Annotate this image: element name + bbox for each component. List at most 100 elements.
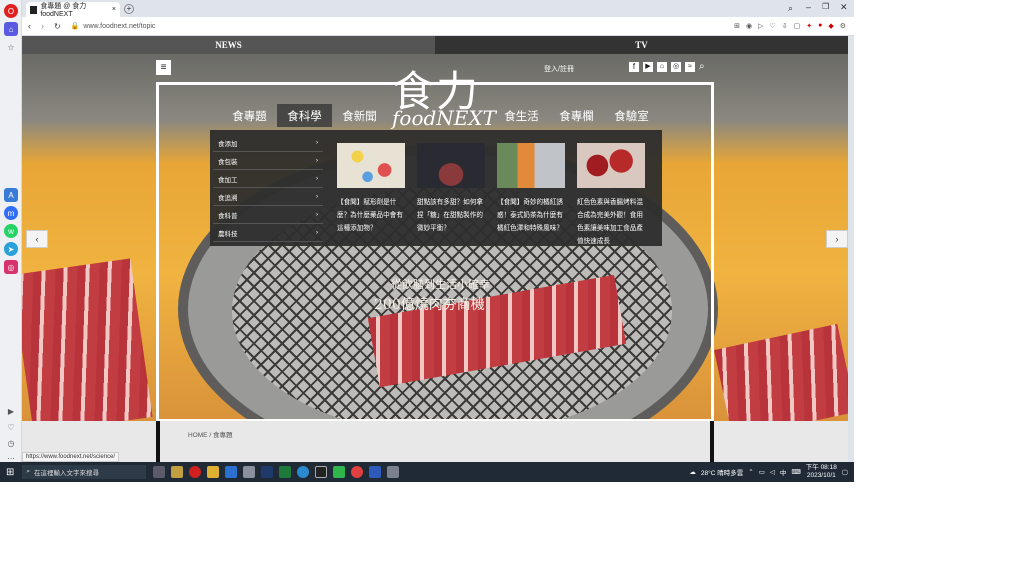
article-title[interactable]: 【食聞】奇妙的橘紅誘惑！泰式奶茶為什麼有橘紅色澤和特殊風味？ bbox=[497, 196, 565, 235]
opera-app-icon[interactable] bbox=[189, 466, 202, 478]
store-app-icon[interactable] bbox=[171, 466, 184, 478]
url-field[interactable]: www.foodnext.net/topic bbox=[83, 23, 155, 30]
opera-logo-icon[interactable]: O bbox=[4, 4, 18, 18]
word-icon[interactable] bbox=[369, 466, 382, 478]
reload-icon[interactable]: ↻ bbox=[54, 22, 61, 31]
article-card[interactable]: 紅色色素與香腸烤料混合成為完美外觀！食用色素讓美味加工食品產值快速成長 bbox=[577, 143, 645, 248]
photoshop-icon[interactable] bbox=[261, 466, 274, 478]
excel-icon[interactable] bbox=[279, 466, 292, 478]
category-agritech[interactable]: 農科技 › bbox=[213, 224, 323, 242]
menu-food-news[interactable]: 食新聞 bbox=[332, 104, 387, 127]
category-popular-science[interactable]: 食科普 › bbox=[213, 206, 323, 224]
menu-food-life[interactable]: 食生活 bbox=[494, 104, 549, 127]
line-icon[interactable] bbox=[333, 466, 346, 478]
ext-red-icon[interactable]: ✦ bbox=[806, 22, 812, 30]
instagram-icon[interactable]: ◎ bbox=[4, 260, 18, 274]
notification-icon[interactable]: ▢ bbox=[842, 468, 848, 476]
file-explorer-icon[interactable] bbox=[207, 466, 220, 478]
whatsapp-icon[interactable]: w bbox=[4, 224, 18, 238]
hero-title[interactable]: 200億燒肉夯商機 bbox=[374, 294, 485, 314]
science-dropdown: 食添加 › 食包裝 › 食加工 › 食追溯 › 食科普 › 農科技 › 【食聞】賦形劑是什麼… bbox=[210, 130, 662, 246]
keyboard-icon[interactable]: ⌨ bbox=[791, 468, 800, 476]
category-traceability[interactable]: 食追溯 › bbox=[213, 188, 323, 206]
article-card[interactable]: 【食聞】賦形劑是什麼？為什麼藥品中會有這種添加物？ bbox=[337, 143, 405, 235]
settings-icon[interactable]: ⚙ bbox=[840, 22, 846, 30]
send-icon[interactable]: ▷ bbox=[758, 22, 763, 30]
forward-icon[interactable]: › bbox=[41, 21, 44, 31]
taskbar-search[interactable]: ⌕ 在這裡輸入文字來搜尋 bbox=[22, 465, 147, 479]
tv-tab[interactable]: TV bbox=[435, 36, 848, 54]
chrome-icon[interactable] bbox=[351, 466, 364, 478]
search-icon: ⌕ bbox=[26, 468, 31, 475]
home-icon[interactable]: ⌂ bbox=[4, 22, 18, 36]
article-card[interactable]: 甜點該有多甜？如何拿捏「糖」在甜點製作的微妙平衡？ bbox=[417, 143, 485, 235]
tab-title: 食專題 @ 食力foodNEXT bbox=[40, 3, 87, 18]
camera-icon[interactable]: ◉ bbox=[746, 22, 752, 30]
ext-red3-icon[interactable]: ◆ bbox=[828, 22, 833, 30]
ime-indicator[interactable]: 中 bbox=[780, 467, 787, 477]
weather-text[interactable]: 28°C 晴時多雲 bbox=[701, 467, 743, 477]
windows-start-icon[interactable]: ⊞ bbox=[6, 467, 14, 478]
toolbar-tools-icon[interactable]: ⊞ bbox=[734, 22, 740, 30]
app-icon[interactable] bbox=[243, 466, 256, 478]
facebook-icon[interactable]: f bbox=[629, 62, 639, 72]
app-o-icon[interactable] bbox=[315, 466, 328, 478]
hamburger-menu-icon[interactable]: ≡ bbox=[156, 60, 171, 75]
youtube-icon[interactable]: ▶ bbox=[643, 62, 653, 72]
edge-icon[interactable] bbox=[297, 466, 310, 478]
menu-food-lab[interactable]: 食驗室 bbox=[604, 104, 659, 127]
task-view-icon[interactable] bbox=[153, 466, 166, 478]
back-icon[interactable]: ‹ bbox=[28, 21, 31, 31]
menu-food-topics[interactable]: 食專題 bbox=[222, 104, 277, 127]
top-nav: NEWS TV bbox=[22, 36, 848, 54]
download-icon[interactable]: ⇩ bbox=[782, 22, 788, 30]
close-window-button[interactable]: ✕ bbox=[840, 2, 848, 13]
new-tab-button[interactable]: + bbox=[124, 4, 134, 14]
article-title[interactable]: 甜點該有多甜？如何拿捏「糖」在甜點製作的微妙平衡？ bbox=[417, 196, 485, 235]
breadcrumb-home[interactable]: HOME bbox=[188, 432, 208, 439]
more-icon[interactable]: … bbox=[4, 449, 18, 463]
instagram-site-icon[interactable]: ◎ bbox=[671, 62, 681, 72]
history-icon[interactable]: ◷ bbox=[4, 436, 18, 450]
category-packaging[interactable]: 食包裝 › bbox=[213, 152, 323, 170]
network-icon[interactable]: ▭ bbox=[759, 468, 765, 476]
rss-icon[interactable]: ≈ bbox=[685, 62, 695, 72]
volume-icon[interactable]: ◁ bbox=[770, 468, 775, 476]
slider-prev-button[interactable]: ‹ bbox=[26, 230, 48, 248]
messenger-icon[interactable]: m bbox=[4, 206, 18, 220]
favicon-icon bbox=[30, 5, 38, 14]
app2-icon[interactable] bbox=[387, 466, 400, 478]
restore-button[interactable]: ❐ bbox=[822, 2, 829, 11]
telegram-icon[interactable]: ➤ bbox=[4, 242, 18, 256]
play-icon[interactable]: ▶ bbox=[4, 404, 18, 418]
article-image bbox=[337, 143, 405, 188]
login-link[interactable]: 登入/註冊 bbox=[544, 64, 574, 74]
clock[interactable]: 下午 08:18 2023/10/1 bbox=[806, 464, 837, 480]
browser-tab[interactable]: 食專題 @ 食力foodNEXT × bbox=[26, 2, 120, 18]
minimize-button[interactable]: – bbox=[806, 2, 811, 12]
dropdown-category-list: 食添加 › 食包裝 › 食加工 › 食追溯 › 食科普 › 農科技 › bbox=[213, 134, 323, 242]
category-additives[interactable]: 食添加 › bbox=[213, 134, 323, 152]
heart-icon[interactable]: ♡ bbox=[4, 420, 18, 434]
news-tab[interactable]: NEWS bbox=[22, 36, 435, 54]
slider-next-button[interactable]: › bbox=[826, 230, 848, 248]
tray-chevron-icon[interactable]: ⌃ bbox=[748, 468, 753, 476]
ext-red2-icon[interactable]: ● bbox=[818, 22, 822, 30]
search-tabs-icon[interactable]: ⌕ bbox=[788, 3, 793, 14]
article-card[interactable]: 【食聞】奇妙的橘紅誘惑！泰式奶茶為什麼有橘紅色澤和特殊風味？ bbox=[497, 143, 565, 235]
close-tab-icon[interactable]: × bbox=[112, 6, 116, 13]
category-processing[interactable]: 食加工 › bbox=[213, 170, 323, 188]
article-title[interactable]: 【食聞】賦形劑是什麼？為什麼藥品中會有這種添加物？ bbox=[337, 196, 405, 235]
hero-subtitle: 從飲膳到生活小確幸 bbox=[391, 279, 490, 291]
menu-food-science[interactable]: 食科學 bbox=[277, 104, 332, 127]
article-title[interactable]: 紅色色素與香腸烤料混合成為完美外觀！食用色素讓美味加工食品產值快速成長 bbox=[577, 196, 645, 248]
menu-food-column[interactable]: 食專欄 bbox=[549, 104, 604, 127]
search-icon[interactable]: ⌕ bbox=[699, 62, 705, 72]
app-store-icon[interactable]: A bbox=[4, 188, 18, 202]
store-icon[interactable]: ⌂ bbox=[657, 62, 667, 72]
bookmark-heart-icon[interactable]: ♡ bbox=[769, 22, 775, 30]
extension-icon[interactable]: ▢ bbox=[794, 22, 801, 30]
taskbar-search-text: 在這裡輸入文字來搜尋 bbox=[34, 470, 100, 477]
star-icon[interactable]: ☆ bbox=[4, 40, 18, 54]
mail-icon[interactable] bbox=[225, 466, 238, 478]
